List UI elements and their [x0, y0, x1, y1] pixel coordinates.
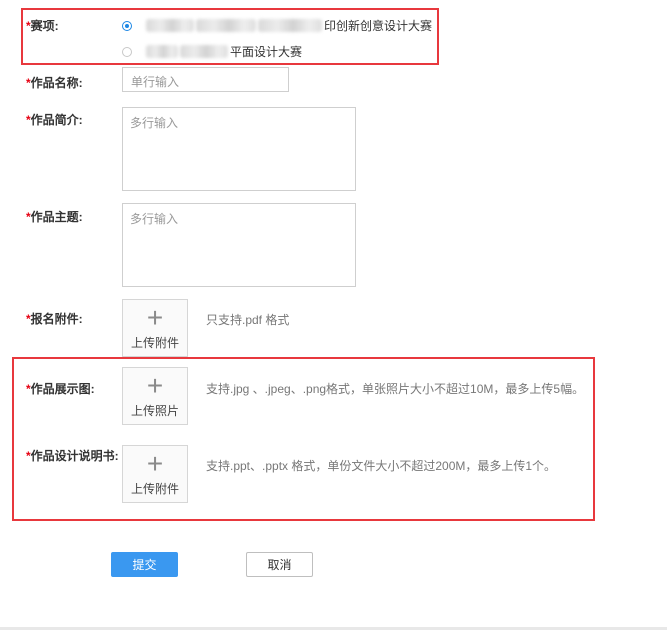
competition-option-2[interactable]: 平面设计大赛 — [122, 43, 302, 60]
plus-icon: + — [146, 302, 164, 333]
competition-label: *赛项: — [26, 19, 59, 33]
redacted-text — [196, 19, 256, 32]
radio-button-unchecked[interactable] — [122, 46, 132, 57]
submit-button[interactable]: 提交 — [111, 552, 178, 577]
work-name-input[interactable]: 单行输入 — [122, 67, 289, 92]
redacted-text — [180, 45, 228, 58]
plus-icon: + — [146, 448, 164, 479]
work-name-label: *作品名称: — [26, 76, 83, 90]
work-intro-textarea[interactable]: 多行输入 — [122, 107, 356, 191]
competition-option-2-label: 平面设计大赛 — [230, 45, 303, 59]
attachment-label: *报名附件: — [26, 312, 83, 326]
radio-button-checked[interactable] — [122, 20, 132, 31]
redacted-text — [258, 19, 322, 32]
redacted-text — [146, 19, 194, 32]
attachment-hint: 只支持.pdf 格式 — [206, 313, 290, 327]
competition-option-1-label: 印创新创意设计大赛 — [324, 19, 433, 33]
showcase-upload-button[interactable]: + 上传照片 — [122, 367, 188, 425]
design-doc-upload-button[interactable]: + 上传附件 — [122, 445, 188, 503]
work-theme-textarea[interactable]: 多行输入 — [122, 203, 356, 287]
attachment-upload-button[interactable]: + 上传附件 — [122, 299, 188, 357]
competition-option-1[interactable]: 印创新创意设计大赛 — [122, 17, 432, 34]
design-doc-hint: 支持.ppt、.pptx 格式，单份文件大小不超过200M，最多上传1个。 — [206, 459, 557, 473]
design-doc-label: *作品设计说明书: — [26, 449, 119, 463]
work-theme-label: *作品主题: — [26, 210, 83, 224]
showcase-hint: 支持.jpg 、.jpeg、.png格式，单张照片大小不超过10M，最多上传5幅… — [206, 382, 585, 396]
showcase-label: *作品展示图: — [26, 382, 95, 396]
work-intro-label: *作品简介: — [26, 113, 83, 127]
redacted-text — [146, 45, 178, 58]
plus-icon: + — [146, 370, 164, 401]
cancel-button[interactable]: 取消 — [246, 552, 313, 577]
